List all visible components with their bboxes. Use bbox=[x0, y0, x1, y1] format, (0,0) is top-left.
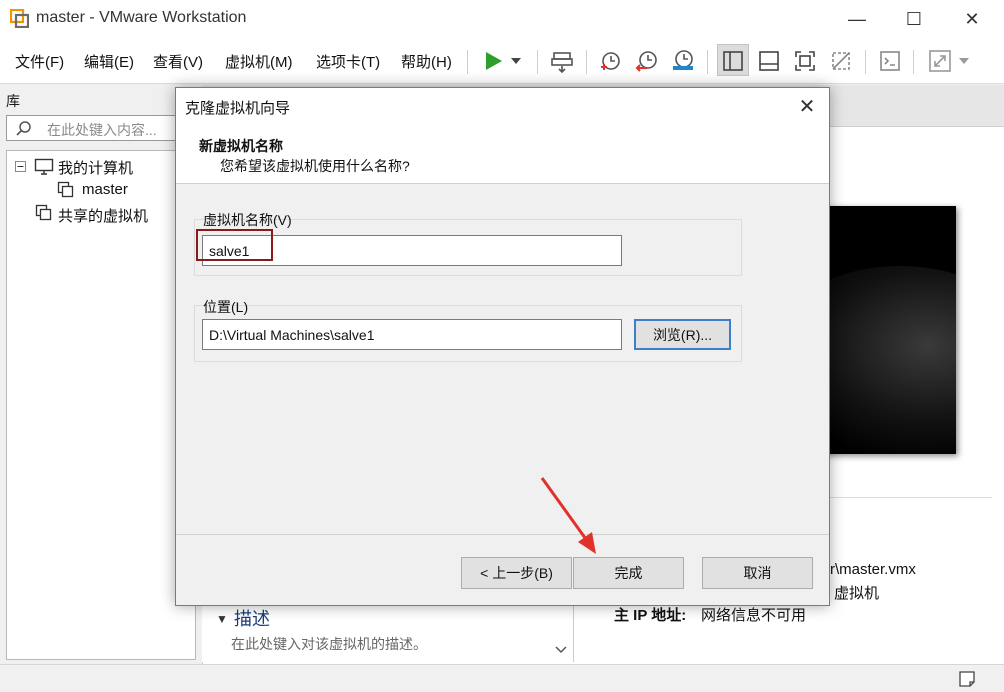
close-icon: ✕ bbox=[798, 95, 816, 118]
fullscreen-icon[interactable] bbox=[792, 48, 818, 74]
window-title: master - VMware Workstation bbox=[36, 9, 247, 26]
back-button[interactable]: < 上一步(B) bbox=[461, 557, 572, 589]
stretch-icon[interactable] bbox=[927, 48, 953, 74]
menu-help[interactable]: 帮助(H) bbox=[401, 51, 452, 72]
toolbar-separator bbox=[865, 50, 866, 74]
dialog-subheading: 您希望该虚拟机使用什么名称? bbox=[220, 158, 410, 174]
name-label: 虚拟机名称(V) bbox=[203, 212, 292, 228]
tree-item-master[interactable]: master bbox=[82, 181, 128, 198]
toolbar-separator bbox=[537, 50, 538, 74]
library-header: 库 bbox=[0, 85, 200, 113]
maximize-icon: ☐ bbox=[905, 8, 923, 29]
statusbar bbox=[0, 664, 1004, 692]
console-icon[interactable] bbox=[877, 48, 903, 74]
minimize-button[interactable]: — bbox=[832, 0, 882, 38]
dialog-footer-divider bbox=[176, 534, 829, 535]
ip-label: 主 IP 地址: bbox=[614, 607, 687, 624]
menu-vm[interactable]: 虚拟机(M) bbox=[225, 51, 293, 72]
cancel-button[interactable]: 取消 bbox=[702, 557, 813, 589]
scroll-down-icon[interactable] bbox=[555, 646, 567, 654]
snapshot-take-icon[interactable] bbox=[597, 48, 623, 74]
maximize-button[interactable]: ☐ bbox=[889, 0, 939, 38]
library-search-input[interactable]: 在此处键入内容... bbox=[6, 115, 196, 141]
dialog-header: 新虚拟机名称 您希望该虚拟机使用什么名称? bbox=[176, 124, 829, 184]
menu-view[interactable]: 查看(V) bbox=[153, 51, 203, 72]
library-search-placeholder: 在此处键入内容... bbox=[47, 122, 157, 138]
snapshot-manager-icon[interactable] bbox=[670, 48, 696, 74]
minimize-icon: — bbox=[848, 8, 866, 29]
vmx-path-fragment: r\master.vmx bbox=[830, 561, 916, 578]
ip-value: 网络信息不可用 bbox=[701, 607, 807, 624]
dialog-titlebar: 克隆虚拟机向导 ✕ bbox=[176, 88, 829, 124]
vm-icon bbox=[57, 181, 74, 198]
menubar: 文件(F) 编辑(E) 查看(V) 虚拟机(M) 选项卡(T) 帮助(H) bbox=[0, 38, 1004, 84]
vmware-logo-icon bbox=[10, 9, 29, 28]
dialog-title: 克隆虚拟机向导 bbox=[185, 100, 291, 117]
vm-type-fragment: 虚拟机 bbox=[834, 585, 880, 602]
shared-vm-icon bbox=[35, 204, 52, 221]
location-label: 位置(L) bbox=[203, 299, 249, 315]
vm-screen-thumbnail[interactable] bbox=[820, 206, 956, 454]
computer-icon bbox=[34, 158, 54, 175]
unity-icon[interactable] bbox=[828, 48, 854, 74]
search-icon bbox=[16, 121, 31, 136]
menu-file[interactable]: 文件(F) bbox=[15, 51, 64, 72]
menu-tabs[interactable]: 选项卡(T) bbox=[316, 51, 380, 72]
vm-location-input[interactable] bbox=[202, 319, 622, 350]
close-button[interactable]: ✕ bbox=[947, 0, 997, 38]
library-tree: 我的计算机 master 共享的虚拟机 bbox=[6, 150, 196, 660]
tree-item-shared-vms[interactable]: 共享的虚拟机 bbox=[58, 205, 148, 226]
stretch-dropdown-caret-icon[interactable] bbox=[954, 48, 974, 74]
close-icon: ✕ bbox=[964, 8, 980, 29]
clone-vm-wizard-dialog: 克隆虚拟机向导 ✕ 新虚拟机名称 您希望该虚拟机使用什么名称? 虚拟机名称(V)… bbox=[175, 87, 830, 606]
description-hint[interactable]: 在此处键入对该虚拟机的描述。 bbox=[231, 634, 427, 654]
collapse-arrow-icon[interactable]: ▼ bbox=[216, 612, 228, 626]
collapse-icon[interactable] bbox=[15, 161, 26, 172]
dropdown-caret-icon[interactable] bbox=[506, 48, 526, 74]
thumbnail-view-icon[interactable] bbox=[756, 48, 782, 74]
sidebar-view-icon[interactable] bbox=[720, 48, 746, 74]
name-highlight-annotation bbox=[196, 229, 273, 261]
description-scrollbar[interactable] bbox=[552, 600, 570, 662]
toolbar-separator bbox=[467, 50, 468, 74]
app-titlebar: master - VMware Workstation — ☐ ✕ bbox=[0, 0, 1004, 38]
description-title[interactable]: 描述 bbox=[234, 605, 270, 631]
dialog-close-button[interactable]: ✕ bbox=[793, 92, 821, 120]
send-keys-icon[interactable] bbox=[549, 48, 575, 74]
vm-screen-glow bbox=[820, 266, 956, 454]
menu-edit[interactable]: 编辑(E) bbox=[84, 51, 134, 72]
tree-item-my-computer[interactable]: 我的计算机 bbox=[58, 157, 133, 178]
toolbar-separator bbox=[707, 50, 708, 74]
toolbar-separator bbox=[913, 50, 914, 74]
dialog-heading: 新虚拟机名称 bbox=[199, 138, 283, 154]
browse-button[interactable]: 浏览(R)... bbox=[634, 319, 731, 350]
finish-button[interactable]: 完成 bbox=[573, 557, 684, 589]
play-icon[interactable] bbox=[480, 48, 506, 74]
snapshot-revert-icon[interactable] bbox=[634, 48, 660, 74]
notes-icon[interactable] bbox=[958, 670, 976, 688]
toolbar-separator bbox=[586, 50, 587, 74]
